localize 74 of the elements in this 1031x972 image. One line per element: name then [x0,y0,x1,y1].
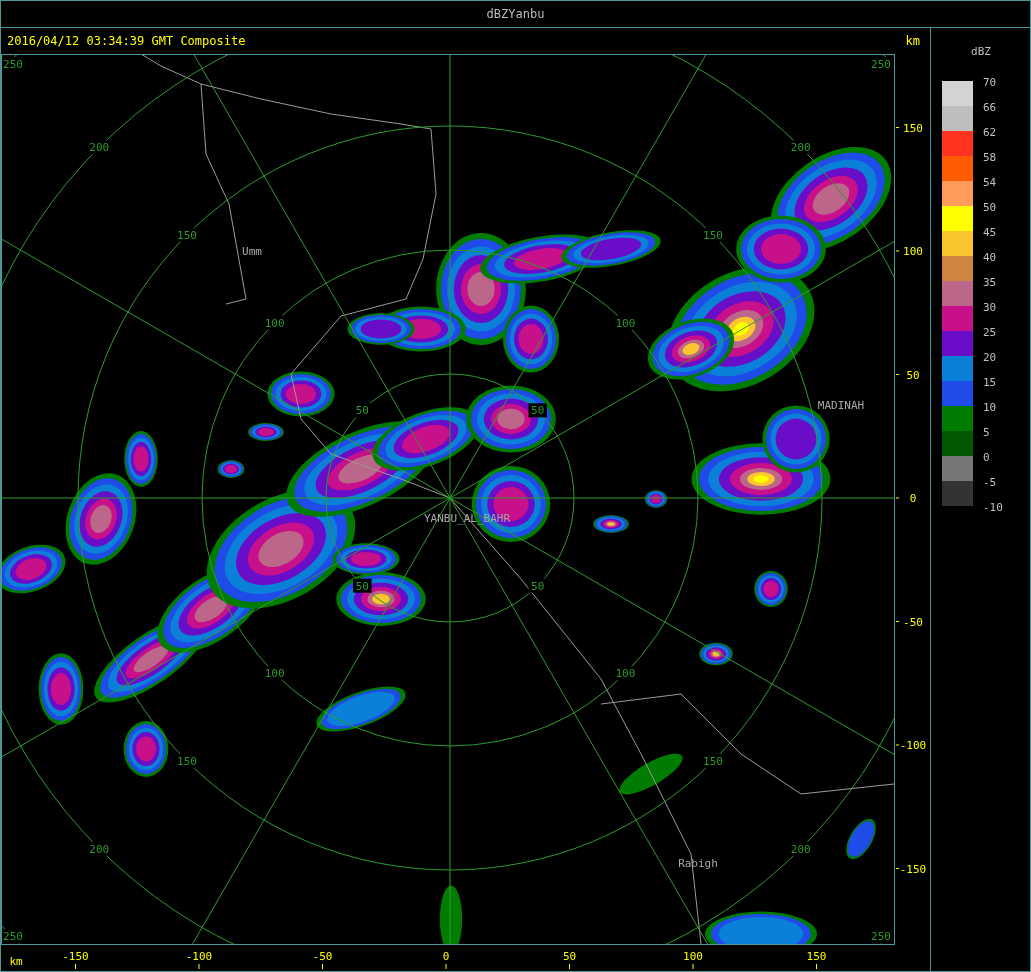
x-tick-label: -100 [185,950,213,963]
legend-label: 50 [983,201,997,214]
tick-mark [816,963,817,970]
y-tick-label: -150 [899,862,927,876]
axis-unit-label: km [9,955,23,968]
legend-label: 15 [983,376,997,389]
tick-mark [895,621,900,622]
ring-label: 200 [89,141,110,155]
ring-label: 250 [3,58,23,71]
unit-label: km [905,34,920,48]
x-tick-label: 0 [442,950,450,963]
ring-label: 50 [355,404,369,418]
legend-label: 40 [983,251,997,264]
y-tick-label: 0 [909,492,917,505]
ring-label: 100 [615,667,636,681]
ring-label: 150 [177,228,197,242]
legend-label: 0 [983,451,990,464]
x-tick-label: -150 [62,950,89,963]
tick-mark [322,963,323,970]
tick-mark [75,963,76,970]
x-tick-label: -50 [312,950,333,963]
legend-label: 45 [983,226,997,239]
ring-label: 250 [871,58,891,71]
legend-label: -5 [983,476,997,489]
legend-label: 5 [983,426,990,439]
y-tick-label: -50 [903,615,923,629]
ring-label: 100 [264,316,285,330]
legend-label: 58 [983,151,997,164]
ring-label: 150 [703,755,723,769]
tick-mark [569,963,570,970]
tick-mark [895,868,900,869]
ring-label: 50 [531,579,545,593]
place-label: MADINAH [817,399,865,412]
timestamp-label: 2016/04/12 03:34:39 GMT Composite [7,34,246,48]
legend-label: 10 [983,401,997,414]
legend-label: 30 [983,301,997,314]
ring-label: 200 [790,842,811,856]
ring-label: 250 [3,930,23,944]
tick-mark [895,250,900,252]
y-tick-label: -100 [899,739,927,752]
window-title: dBZYanbu [486,7,545,21]
ring-label: 50 [355,579,369,593]
ring-label: 100 [615,316,636,330]
y-tick-label: 50 [906,368,920,382]
tick-mark [445,963,447,970]
tick-mark [895,374,900,375]
ring-label: 200 [89,842,110,856]
legend-label: 62 [983,126,997,139]
legend-label: 25 [983,326,997,339]
place-label: Umm [242,245,262,258]
legend-label: 66 [983,101,997,114]
tick-mark [895,744,900,746]
legend-label: 70 [983,76,997,89]
tick-mark [692,963,694,970]
legend-label: 54 [983,176,997,189]
y-tick-label: 150 [903,121,923,135]
ring-label: 100 [264,667,285,681]
ring-label: 150 [703,228,723,242]
x-tick-label: 150 [806,950,827,963]
x-tick-label: 100 [683,950,703,963]
ring-label: 150 [177,755,197,769]
legend-label: 20 [983,351,997,364]
ring-label: 200 [790,141,811,155]
tick-mark [895,127,900,128]
x-tick-label: 50 [562,950,577,963]
place-label: Rabigh [678,857,718,870]
tick-mark [198,963,200,970]
legend-title: dBZ [971,45,991,58]
ring-label: 250 [871,930,891,944]
legend-label: -10 [983,501,1003,514]
legend-label: 35 [983,276,997,289]
tick-mark [895,497,900,499]
ring-label: 50 [531,404,545,418]
y-tick-label: 100 [903,245,923,258]
